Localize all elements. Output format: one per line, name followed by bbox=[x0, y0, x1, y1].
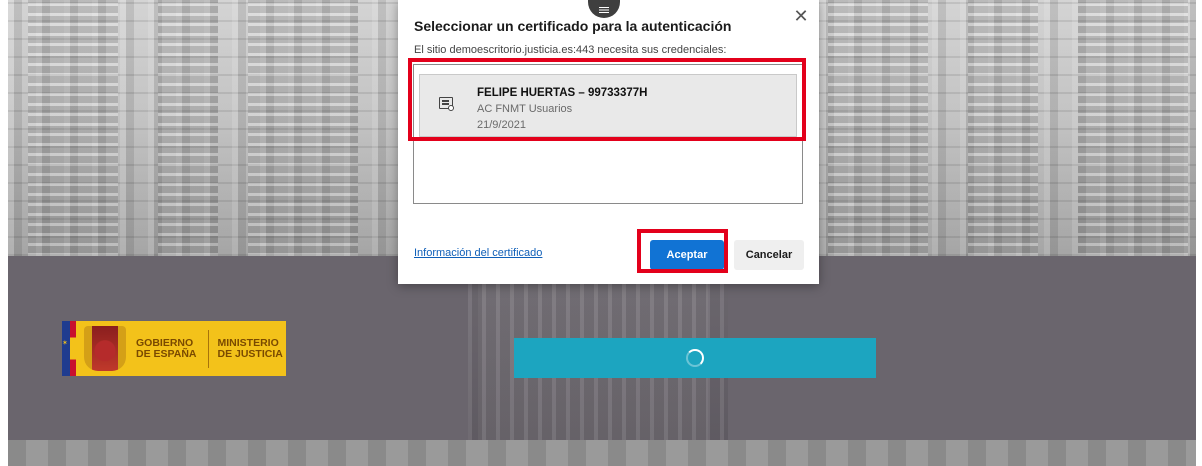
close-icon[interactable]: ✕ bbox=[793, 7, 809, 25]
menu-grip-icon[interactable] bbox=[588, 0, 620, 18]
rack-decoration bbox=[968, 0, 1038, 256]
government-logo: GOBIERNO DE ESPAÑA MINISTERIO DE JUSTICI… bbox=[62, 321, 286, 376]
rack-decoration bbox=[158, 0, 218, 256]
accept-button[interactable]: Aceptar bbox=[650, 240, 724, 270]
rack-decoration bbox=[1078, 0, 1188, 256]
dialog-subtitle: El sitio demoescritorio.justicia.es:443 … bbox=[414, 44, 727, 56]
dialog-title: Seleccionar un certificado para la auten… bbox=[414, 18, 732, 34]
logo-ministerio-line1: MINISTERIO bbox=[217, 336, 279, 349]
rack-decoration bbox=[28, 0, 118, 256]
floor-decoration bbox=[8, 440, 1196, 466]
eu-flag-icon bbox=[62, 321, 70, 376]
loading-bar bbox=[514, 338, 876, 378]
rack-decoration bbox=[828, 0, 928, 256]
certificate-name: FELIPE HUERTAS – 99733377H bbox=[477, 87, 648, 99]
certificate-issuer: AC FNMT Usuarios bbox=[477, 103, 573, 115]
certificate-dialog: ✕ Seleccionar un certificado para la aut… bbox=[398, 0, 819, 284]
logo-gobierno-line1: GOBIERNO bbox=[136, 336, 194, 349]
logo-ministerio: MINISTERIO DE JUSTICIA bbox=[217, 336, 283, 360]
certificate-info-link[interactable]: Información del certificado bbox=[414, 247, 542, 259]
rack-decoration bbox=[248, 0, 358, 256]
certificate-icon bbox=[439, 97, 454, 111]
loading-spinner-icon bbox=[686, 349, 704, 367]
certificate-date: 21/9/2021 bbox=[477, 119, 526, 131]
cancel-button[interactable]: Cancelar bbox=[734, 240, 804, 270]
logo-divider bbox=[208, 329, 210, 368]
logo-ministerio-line2: DE JUSTICIA bbox=[217, 347, 283, 360]
logo-gobierno-line2: DE ESPAÑA bbox=[136, 347, 197, 360]
coat-of-arms-icon bbox=[84, 326, 126, 371]
logo-gobierno: GOBIERNO DE ESPAÑA bbox=[136, 336, 197, 360]
certificate-list[interactable]: FELIPE HUERTAS – 99733377H AC FNMT Usuar… bbox=[413, 64, 803, 204]
certificate-item[interactable]: FELIPE HUERTAS – 99733377H AC FNMT Usuar… bbox=[419, 74, 797, 137]
spain-flag-icon bbox=[70, 321, 76, 376]
